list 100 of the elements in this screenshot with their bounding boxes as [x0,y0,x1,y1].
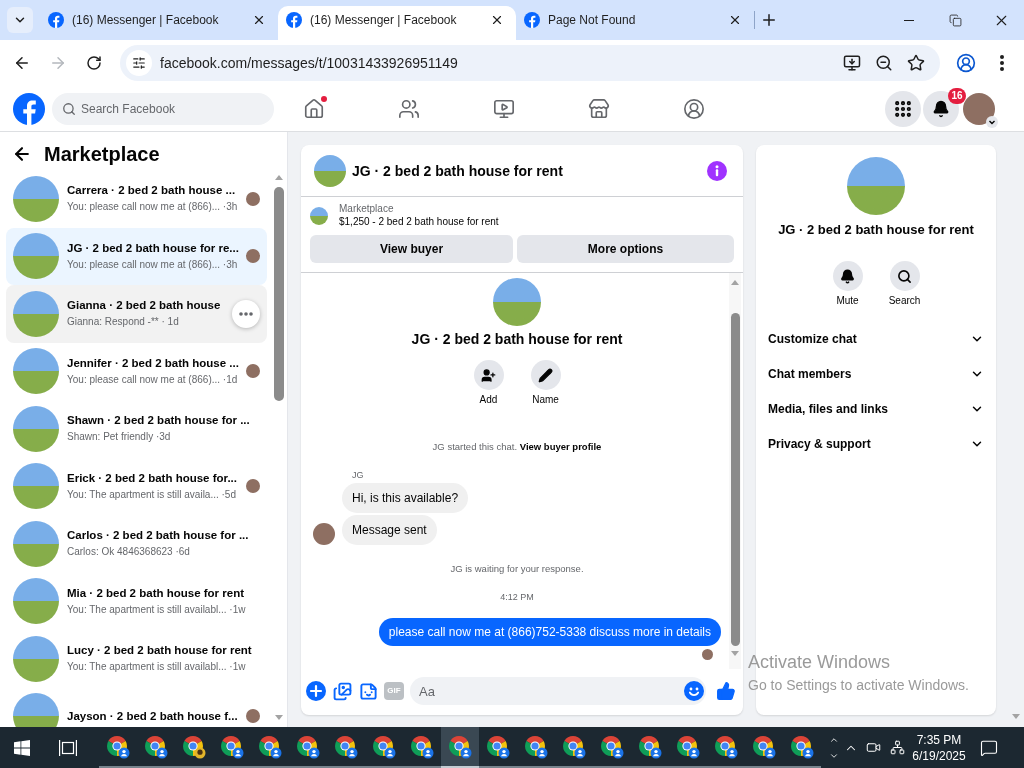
logo-icon [48,12,64,28]
listing-source: Marketplace [339,203,395,215]
star-icon [907,54,925,72]
system-message: JG started this chat. View buyer profile [431,440,603,454]
action-button[interactable] [473,360,504,390]
arrow-right-icon [49,54,67,72]
scrollbar-thumb[interactable] [273,187,284,401]
photo-button[interactable] [332,681,352,701]
clock-button[interactable]: 7:35 PM 6/19/2025 [909,727,969,768]
browser-icon [106,734,130,759]
action-button[interactable] [530,360,561,390]
browser-tab[interactable]: (16) Messenger | Facebook [278,6,516,40]
conversation-item[interactable]: Carlos · 2 bed 2 bath house for ... Carlos: Ok 4846368623 ·6d [6,515,267,573]
browser-icon [600,734,624,759]
clock-time: 7:35 PM [916,731,962,748]
conversation-title: Mia · 2 bed 2 bath house for rent [67,585,244,601]
activation-notice-text: Go to Settings to activate Windows. [748,676,969,694]
profile-link[interactable]: View buyer profile [519,441,602,452]
conversation-item[interactable]: Mia · 2 bed 2 bath house for rent You: The apartment is still availabl... ·1w [6,572,267,630]
grid-icon [893,98,913,119]
action-button[interactable]: View buyer [310,235,513,263]
action-button[interactable] [832,261,863,291]
browser-icon [410,734,434,759]
conversation-item[interactable]: Lucy · 2 bed 2 bath house for rent You: The apartment is still availabl... ·1w [6,630,267,688]
conversation-title: Carrera · 2 bed 2 bath house ... [67,183,236,199]
conversation-preview: Shawn: Pet friendly ·3d [67,430,171,445]
tab-list-button[interactable] [7,7,33,33]
section-header[interactable]: Media, files and links [768,391,984,426]
menu-button[interactable] [885,90,921,127]
thumbs-up-icon [716,681,736,701]
chat-title: JG · 2 bed 2 bath house for rent [352,161,563,180]
photo-placeholder [314,154,346,187]
photo-placeholder [13,290,59,337]
conversation-item[interactable]: Gianna · 2 bed 2 bath house Gianna: Respond -** · 1d [6,285,267,343]
message-input[interactable]: Aa [410,677,706,705]
action-button[interactable]: More options [517,235,734,263]
emoji-button[interactable] [684,681,704,701]
back-button[interactable] [12,144,32,164]
section-header[interactable]: Privacy & support [768,426,984,461]
add-button[interactable] [306,681,326,701]
sender-name: JG [352,469,365,481]
close-icon[interactable] [252,13,266,27]
like-button[interactable] [716,681,736,701]
people-icon [398,97,420,120]
chevron-down-icon[interactable] [986,115,998,128]
photo-placeholder [493,278,541,326]
conversation-preview: You: The apartment is still availa... ·5d [67,487,236,502]
conversation-item[interactable]: Shawn · 2 bed 2 bath house for ... Shawn: Pet friendly ·3d [6,400,267,458]
conversation-preview: You: please call now me at (866)... ·1d [67,372,238,387]
plus-icon [306,681,326,701]
photo-placeholder [13,405,59,452]
conversation-item[interactable]: Erick · 2 bed 2 bath house for... You: The apartment is still availa... ·5d [6,457,267,515]
action-button[interactable] [889,261,920,291]
play-screen-icon [493,97,515,120]
conversation-item[interactable]: Jennifer · 2 bed 2 bath house ... You: please call now me at (866)... ·1d [6,342,267,400]
logo-icon [13,92,45,125]
taskbar-app-button[interactable] [441,727,479,768]
sticker-button[interactable] [358,681,378,701]
action-label: Name [532,394,559,406]
info-button[interactable] [707,160,727,181]
message-icon [980,738,998,757]
browser-icon [486,734,510,759]
store-icon [588,97,610,120]
zoom-out-icon [875,54,893,72]
photo-placeholder [13,348,59,395]
browser-icon [790,734,814,759]
conversation-preview: Carlos: Ok 4846368623 ·6d [67,545,190,560]
scrollbar-thumb[interactable] [730,313,740,646]
timestamp: 4:12 PM [500,591,534,604]
browser-tab[interactable]: Page Not Found [516,6,754,40]
conversation-item[interactable]: JG · 2 bed 2 bath house for re... You: please call now me at (866)... ·3h [6,227,267,285]
close-icon[interactable] [490,13,504,27]
section-header[interactable]: Customize chat [768,321,984,356]
add-person-icon [481,367,496,383]
photo-placeholder [13,233,59,280]
address-bar[interactable]: facebook.com/messages/t/10031433926951149 [120,45,940,81]
conversation-title: Carlos · 2 bed 2 bath house for ... [67,528,249,544]
browser-icon [296,734,320,759]
task-view-icon [59,739,77,756]
photo-placeholder [13,520,59,567]
site-info-button[interactable] [126,50,152,76]
sidebar-title: Marketplace [44,142,160,166]
browser-tab[interactable]: (16) Messenger | Facebook [40,6,278,40]
close-icon[interactable] [728,13,742,27]
clock-date: 6/19/2025 [912,747,966,764]
browser-icon [638,734,662,759]
browser-icon [448,734,472,759]
conversation-item[interactable]: Carrera · 2 bed 2 bath house ... You: please call now me at (866)... ·3h [6,170,267,228]
search-field[interactable]: Search Facebook [52,92,274,125]
photo-placeholder [13,635,59,682]
section-header[interactable]: Chat members [768,356,984,391]
browser-icon [334,734,358,759]
bell-icon [932,99,950,118]
logo-icon [524,12,540,28]
network-icon [889,740,905,755]
avatar-icon [963,92,995,125]
conversation-title: Lucy · 2 bed 2 bath house for rent [67,643,252,659]
browser-icon [258,734,282,759]
more-button[interactable] [232,299,260,328]
minimize-icon [904,19,914,21]
